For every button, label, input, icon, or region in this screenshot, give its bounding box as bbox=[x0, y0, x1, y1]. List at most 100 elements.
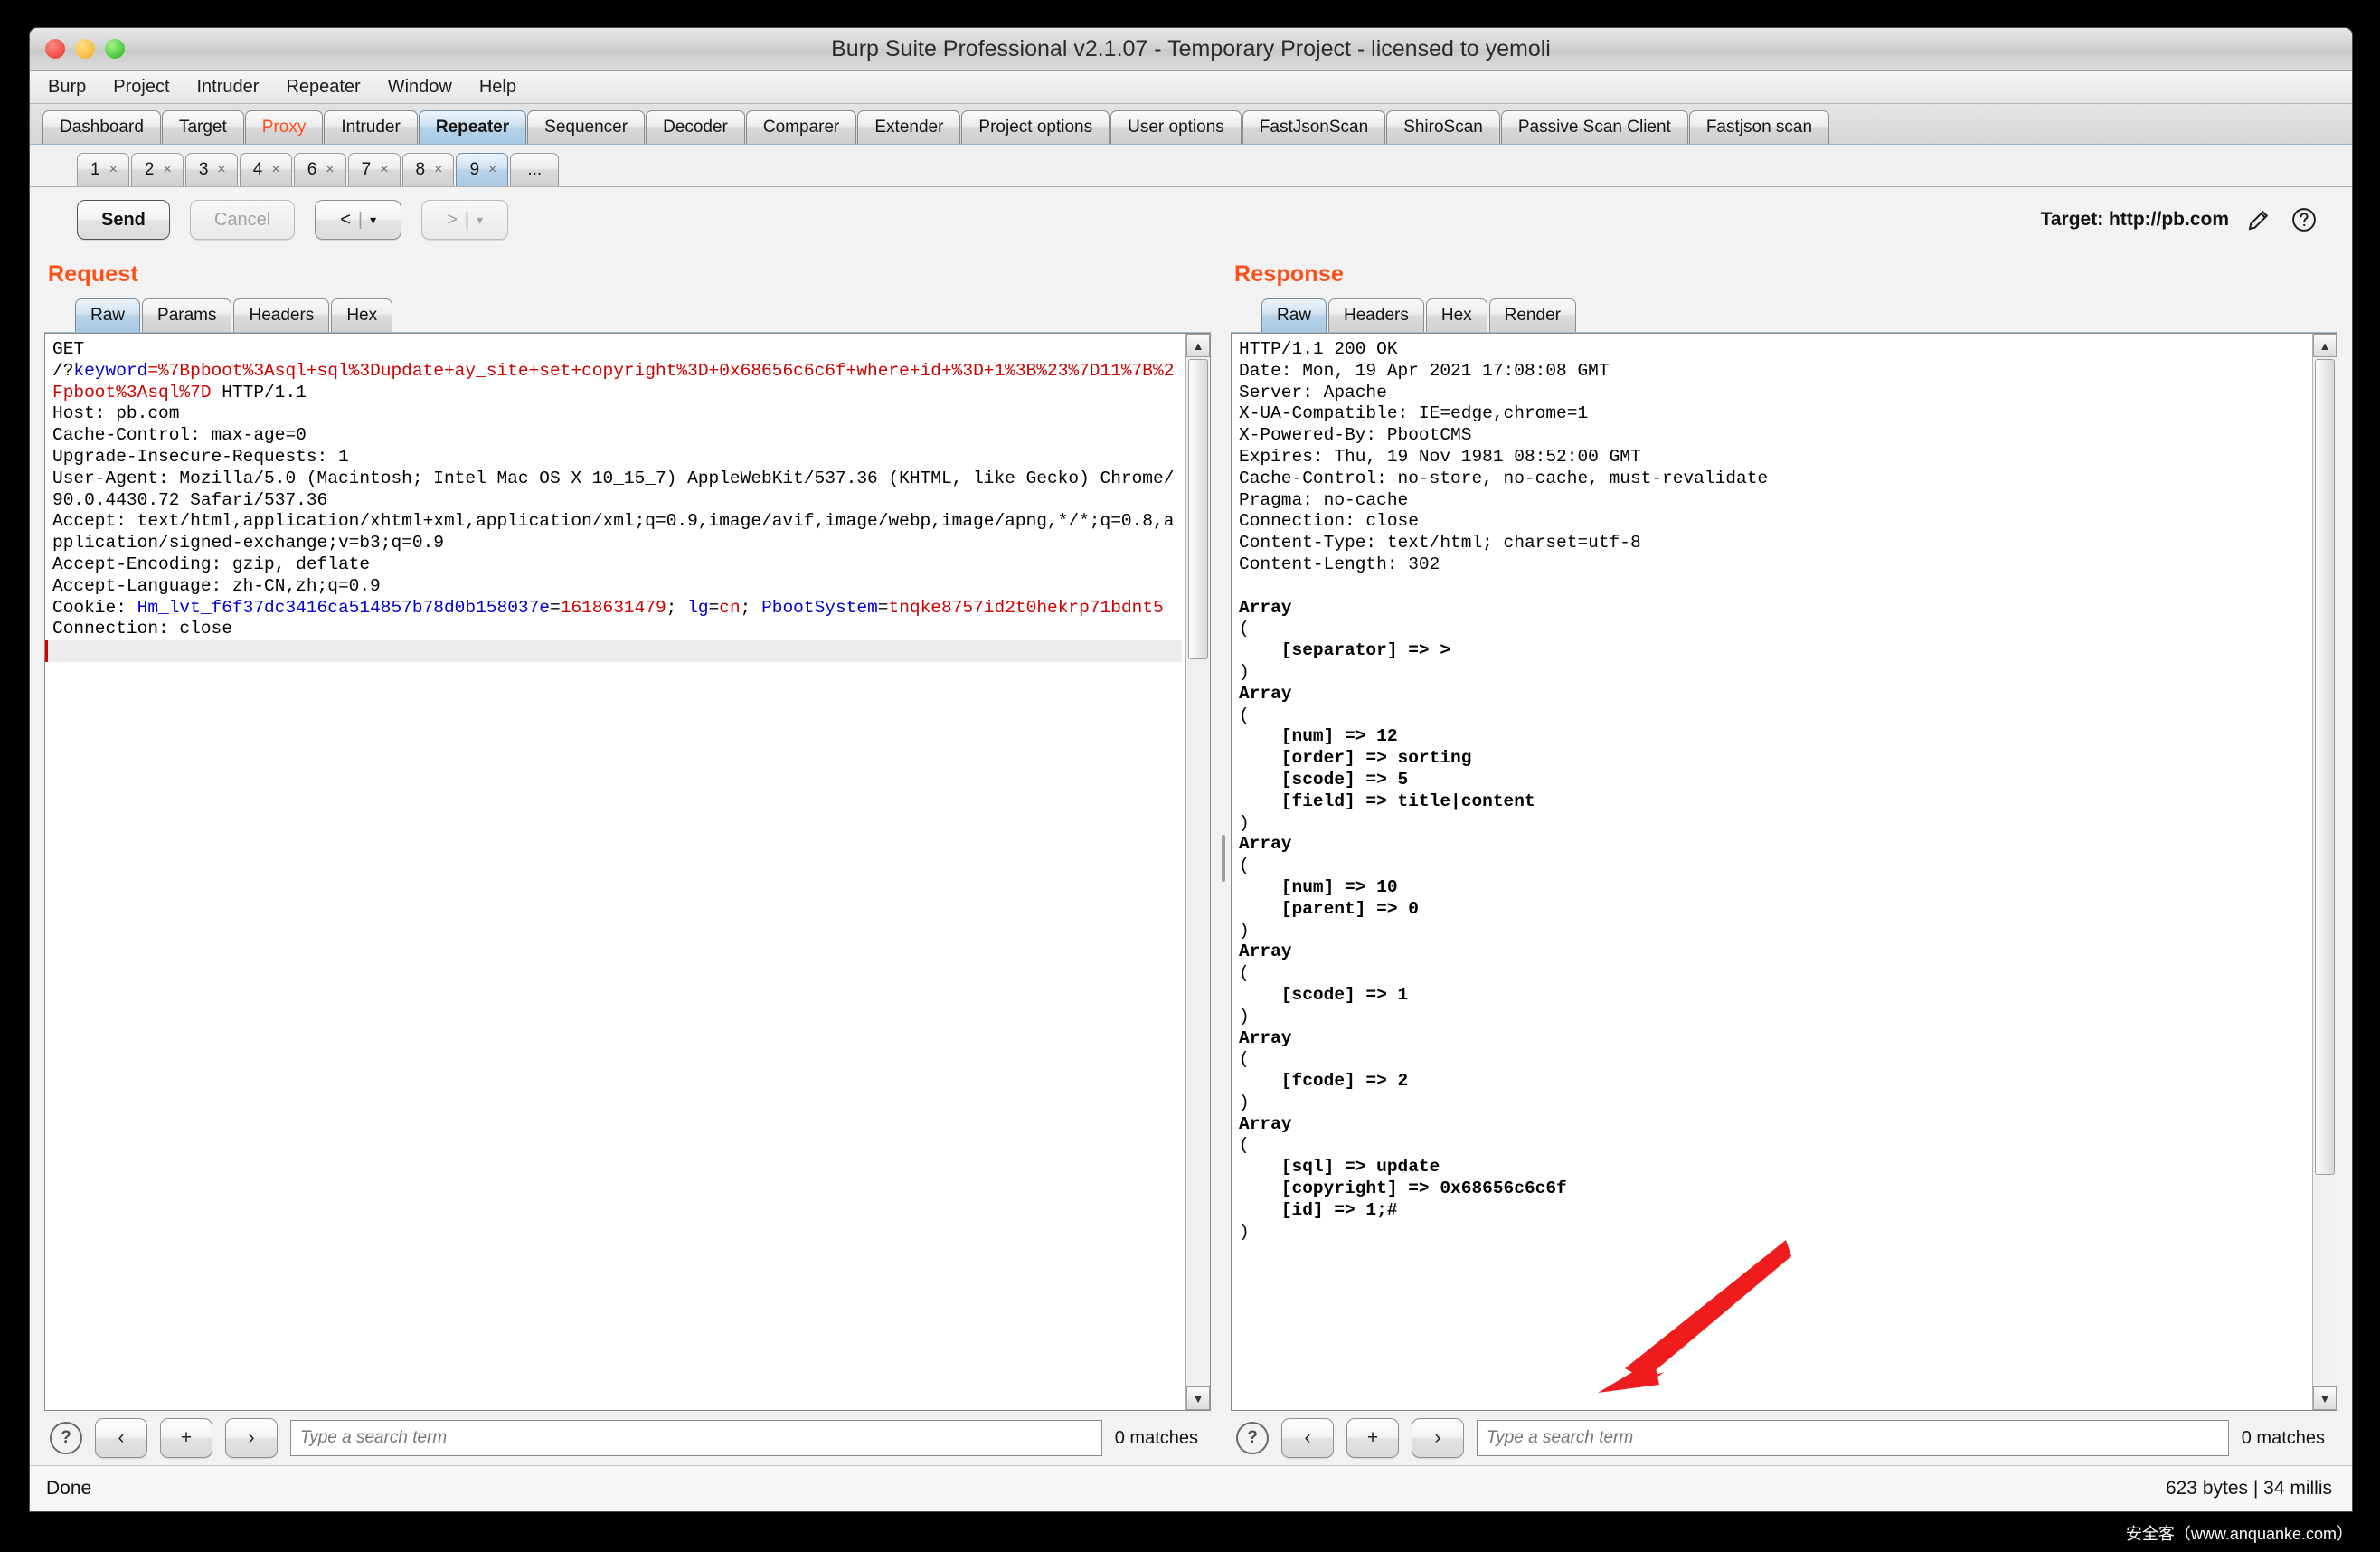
close-icon[interactable]: × bbox=[326, 162, 334, 178]
menu-window[interactable]: Window bbox=[384, 75, 456, 99]
menu-help[interactable]: Help bbox=[476, 75, 520, 99]
tab-decoder[interactable]: Decoder bbox=[646, 110, 745, 144]
tab-intruder[interactable]: Intruder bbox=[324, 110, 418, 144]
pencil-icon[interactable] bbox=[2243, 204, 2274, 235]
go-forward-button[interactable]: > | ▾ bbox=[421, 200, 509, 240]
request-tab-hex[interactable]: Hex bbox=[331, 298, 393, 332]
response-tab-hex[interactable]: Hex bbox=[1425, 298, 1488, 332]
chevron-down-icon[interactable]: ▾ bbox=[477, 213, 483, 228]
response-line: Array bbox=[1239, 1027, 1292, 1048]
response-line: [num] => 12 bbox=[1239, 726, 1398, 747]
response-line: ) bbox=[1239, 812, 1250, 833]
request-tab-raw[interactable]: Raw bbox=[75, 298, 141, 332]
request-heading: Request bbox=[48, 261, 139, 287]
pane-splitter[interactable] bbox=[1216, 252, 1231, 1465]
close-icon[interactable]: × bbox=[109, 162, 118, 178]
menu-repeater[interactable]: Repeater bbox=[282, 75, 364, 99]
menu-burp[interactable]: Burp bbox=[44, 75, 90, 99]
response-search-input[interactable] bbox=[1477, 1420, 2229, 1456]
response-tab-raw[interactable]: Raw bbox=[1261, 298, 1327, 332]
cancel-button[interactable]: Cancel bbox=[189, 200, 296, 240]
request-token: Host: pb.com bbox=[52, 403, 180, 424]
repeater-tab-label: 4 bbox=[252, 160, 263, 179]
request-tab-headers[interactable]: Headers bbox=[233, 298, 330, 332]
search-prev-button[interactable]: ‹ bbox=[95, 1418, 147, 1458]
repeater-tab-8[interactable]: 8 × bbox=[401, 153, 455, 186]
repeater-tab-3[interactable]: 3 × bbox=[184, 153, 238, 186]
close-icon[interactable]: × bbox=[380, 162, 388, 178]
response-line: Array bbox=[1239, 834, 1292, 855]
tab-fastjsonscan[interactable]: FastJsonScan bbox=[1242, 110, 1386, 144]
tab-shiroscan[interactable]: ShiroScan bbox=[1386, 110, 1500, 144]
scrollbar-thumb[interactable] bbox=[1188, 359, 1208, 659]
response-match-count: 0 matches bbox=[2241, 1427, 2325, 1448]
request-search-input[interactable] bbox=[290, 1420, 1102, 1456]
tab-user-options[interactable]: User options bbox=[1110, 110, 1242, 144]
close-window-button[interactable] bbox=[45, 39, 65, 59]
send-button[interactable]: Send bbox=[77, 200, 170, 240]
close-icon[interactable]: × bbox=[217, 162, 225, 178]
go-back-button[interactable]: < | ▾ bbox=[315, 200, 402, 240]
request-line: Host: pb.com bbox=[52, 403, 1182, 425]
repeater-tab-9[interactable]: 9 × bbox=[456, 153, 509, 186]
chevron-down-icon[interactable]: ▾ bbox=[370, 213, 376, 228]
request-match-count: 0 matches bbox=[1114, 1427, 1198, 1448]
request-token: = bbox=[550, 597, 561, 618]
repeater-tab-2[interactable]: 2 × bbox=[130, 153, 184, 186]
request-token: 1618631479 bbox=[560, 597, 666, 618]
request-token: PbootSystem bbox=[761, 597, 878, 618]
request-raw-editor[interactable]: GET/?keyword=%7Bpboot%3Asql+sql%3Dupdate… bbox=[45, 334, 1185, 1410]
response-tab-render[interactable]: Render bbox=[1488, 298, 1576, 332]
repeater-tab-6[interactable]: 6 × bbox=[293, 153, 346, 186]
response-raw-editor[interactable]: HTTP/1.1 200 OK Date: Mon, 19 Apr 2021 17… bbox=[1232, 334, 2312, 1410]
tab-comparer[interactable]: Comparer bbox=[745, 110, 857, 144]
tab-fastjson-scan[interactable]: Fastjson scan bbox=[1688, 110, 1830, 144]
response-tab-headers[interactable]: Headers bbox=[1328, 298, 1424, 332]
close-icon[interactable]: × bbox=[488, 162, 496, 178]
minimize-window-button[interactable] bbox=[75, 39, 95, 59]
maximize-window-button[interactable] bbox=[105, 39, 125, 59]
close-icon[interactable]: × bbox=[434, 162, 442, 178]
response-line: Cache-Control: no-store, no-cache, must-… bbox=[1239, 468, 1769, 488]
tab-dashboard[interactable]: Dashboard bbox=[42, 110, 161, 144]
scroll-down-icon[interactable]: ▼ bbox=[1186, 1386, 1210, 1410]
request-tab-params[interactable]: Params bbox=[142, 298, 232, 332]
repeater-tabstrip: 1 × 2 × 3 × 4 × 6 × 7 × 8 × 9 × ... bbox=[30, 145, 2352, 187]
request-line: GET bbox=[52, 339, 1182, 361]
repeater-tab-7[interactable]: 7 × bbox=[347, 153, 401, 186]
menu-project[interactable]: Project bbox=[109, 75, 173, 99]
tab-passive-scan-client[interactable]: Passive Scan Client bbox=[1500, 110, 1688, 144]
repeater-tab-overflow[interactable]: ... bbox=[510, 153, 560, 186]
close-icon[interactable]: × bbox=[271, 162, 279, 178]
menu-intruder[interactable]: Intruder bbox=[194, 75, 263, 99]
response-line: [order] => sorting bbox=[1239, 748, 1472, 769]
response-size-timing: 623 bytes | 34 millis bbox=[2165, 1478, 2332, 1499]
response-line: ) bbox=[1239, 1092, 1250, 1112]
scrollbar-thumb[interactable] bbox=[2315, 359, 2335, 1175]
close-icon[interactable]: × bbox=[164, 162, 172, 178]
scroll-down-icon[interactable]: ▼ bbox=[2313, 1386, 2337, 1410]
tab-target[interactable]: Target bbox=[161, 110, 244, 144]
search-prev-button[interactable]: ‹ bbox=[1281, 1418, 1334, 1458]
response-line: ( bbox=[1239, 619, 1250, 639]
help-icon[interactable]: ? bbox=[50, 1422, 82, 1454]
help-icon[interactable]: ? bbox=[1236, 1422, 1269, 1454]
tab-proxy[interactable]: Proxy bbox=[244, 110, 324, 144]
search-next-button[interactable]: › bbox=[225, 1418, 278, 1458]
request-token: Upgrade-Insecure-Requests: 1 bbox=[52, 446, 349, 467]
tab-project-options[interactable]: Project options bbox=[961, 110, 1110, 144]
request-token: Cookie: bbox=[52, 597, 137, 618]
help-icon[interactable] bbox=[2289, 204, 2319, 235]
scroll-up-icon[interactable]: ▲ bbox=[2313, 334, 2337, 357]
repeater-tab-4[interactable]: 4 × bbox=[239, 153, 292, 186]
search-add-button[interactable]: + bbox=[160, 1418, 212, 1458]
tab-sequencer[interactable]: Sequencer bbox=[527, 110, 646, 144]
scroll-up-icon[interactable]: ▲ bbox=[1186, 334, 1210, 357]
request-scrollbar[interactable]: ▲ ▼ bbox=[1185, 334, 1210, 1410]
tab-extender[interactable]: Extender bbox=[857, 110, 961, 144]
search-add-button[interactable]: + bbox=[1346, 1418, 1399, 1458]
repeater-tab-1[interactable]: 1 × bbox=[77, 153, 129, 186]
response-scrollbar[interactable]: ▲ ▼ bbox=[2312, 334, 2337, 1410]
search-next-button[interactable]: › bbox=[1412, 1418, 1464, 1458]
tab-repeater[interactable]: Repeater bbox=[418, 110, 527, 144]
